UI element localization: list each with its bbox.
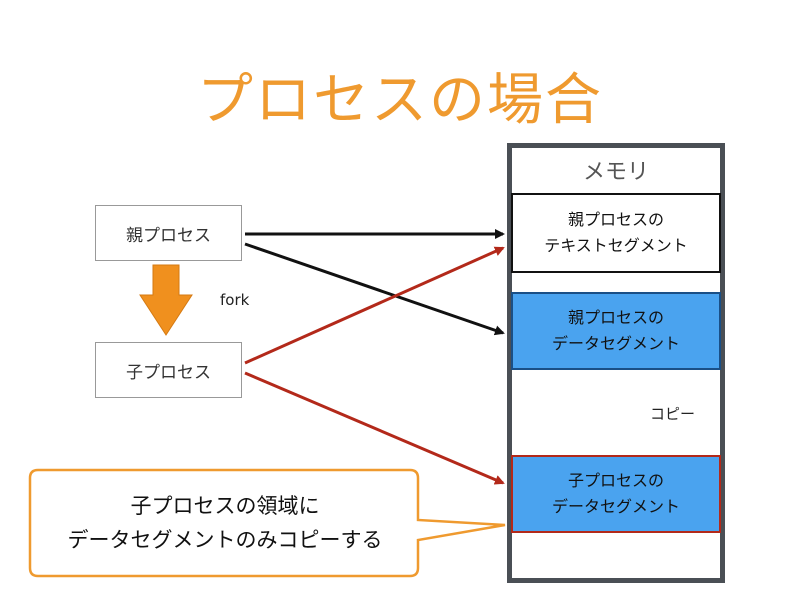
child-process-label: 子プロセス <box>126 362 211 383</box>
child-data-line-2: データセグメント <box>551 497 680 516</box>
parent-data-line-2: データセグメント <box>551 334 680 353</box>
text-segment-line-2: テキストセグメント <box>544 236 688 255</box>
parent-process-label: 親プロセス <box>126 225 211 246</box>
callout-line-1: 子プロセスの領域に <box>130 494 320 518</box>
callout: 子プロセスの領域に データセグメントのみコピーする <box>30 470 420 576</box>
parent-text-segment: 親プロセスの テキストセグメント <box>511 193 721 273</box>
arrow-child-to-text <box>244 246 505 365</box>
parent-data-segment: 親プロセスの データセグメント <box>511 292 721 370</box>
parent-data-line-1: 親プロセスの <box>567 308 664 327</box>
arrow-parent-to-data <box>244 242 505 336</box>
callout-line-2: データセグメントのみコピーする <box>67 528 383 552</box>
child-data-segment: 子プロセスの データセグメント <box>511 455 721 533</box>
arrow-child-to-child-data <box>244 371 505 485</box>
text-segment-line-1: 親プロセスの <box>567 210 664 229</box>
copy-label: コピー <box>650 405 696 423</box>
fork-arrow <box>139 264 193 336</box>
child-data-line-1: 子プロセスの <box>567 471 664 490</box>
child-process-box: 子プロセス <box>95 342 242 398</box>
parent-process-box: 親プロセス <box>95 205 242 261</box>
memory-label: メモリ <box>582 160 649 185</box>
fork-label: fork <box>220 291 250 309</box>
